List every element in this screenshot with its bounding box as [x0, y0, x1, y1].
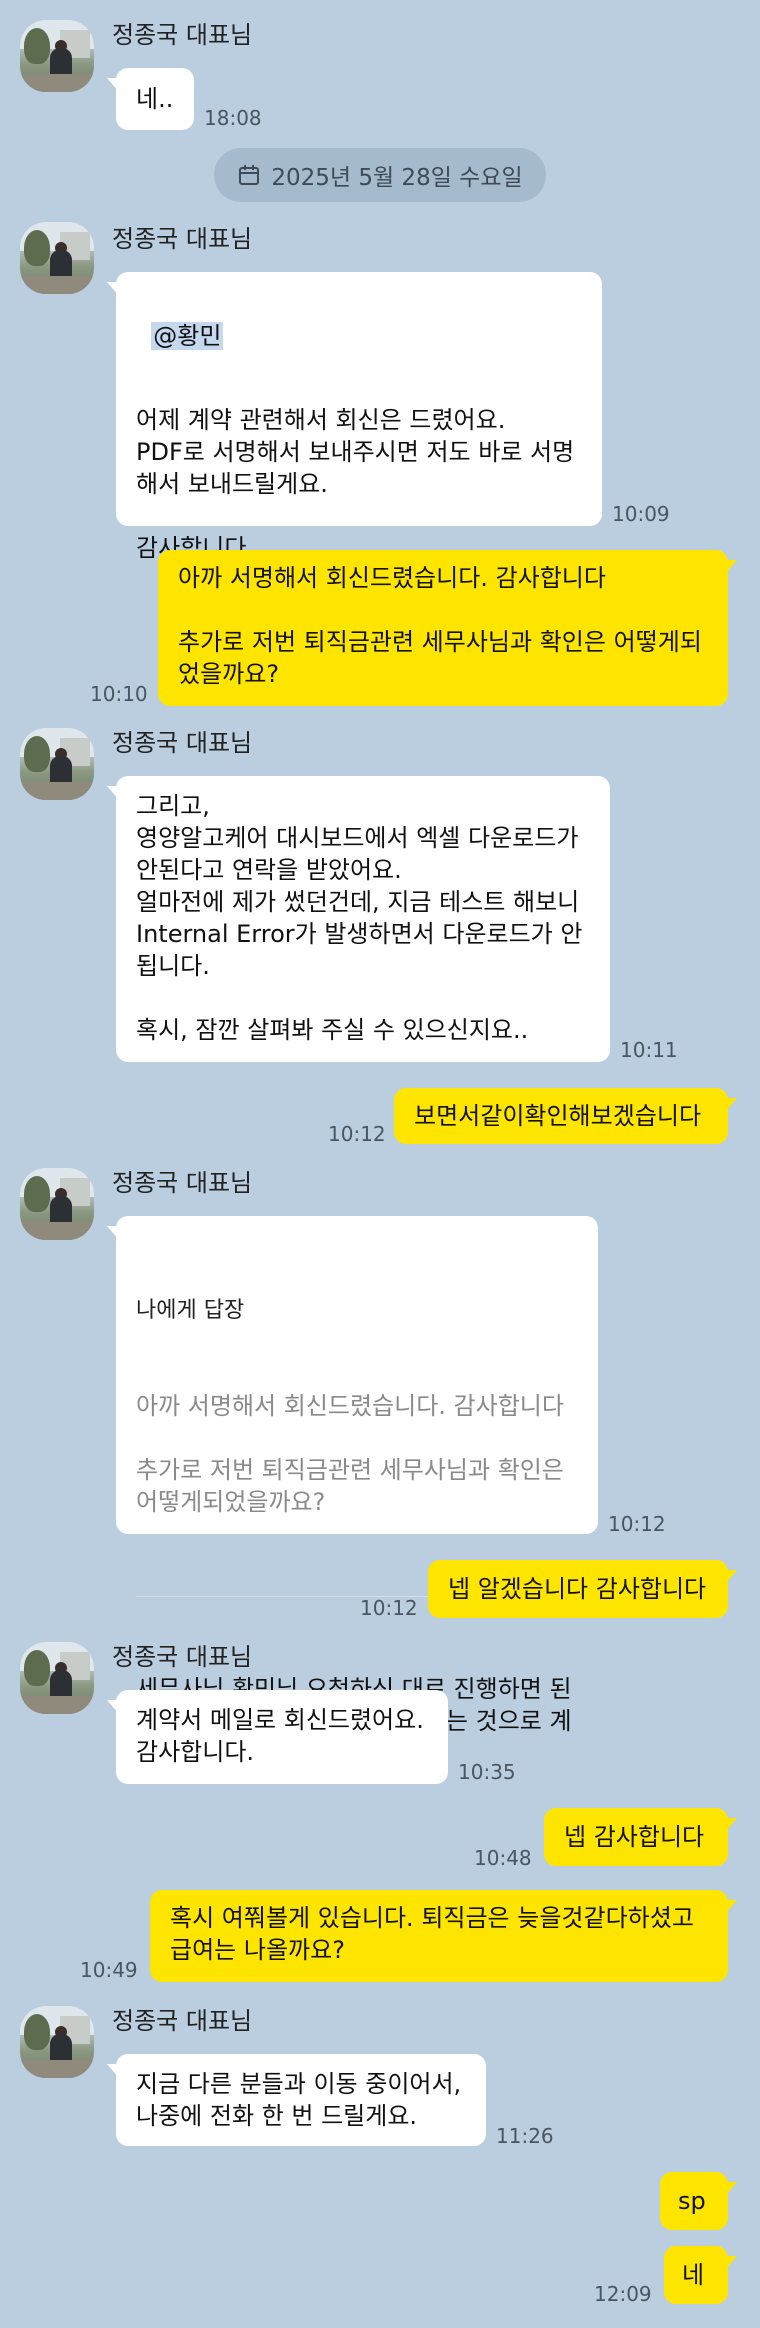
message-bubble[interactable]: 지금 다른 분들과 이동 중이어서, 나중에 전화 한 번 드릴게요.: [107, 2054, 486, 2146]
reply-message-bubble[interactable]: 나에게 답장 아까 서명해서 회신드렸습니다. 감사합니다 추가로 저번 퇴직금…: [107, 1216, 598, 1767]
message-bubble[interactable]: 아까 서명해서 회신드렸습니다. 감사합니다 추가로 저번 퇴직금관련 세무사님…: [158, 550, 737, 706]
message-text: 지금 다른 분들과 이동 중이어서, 나중에 전화 한 번 드릴게요.: [136, 2070, 462, 2130]
message-time: 10:48: [474, 1846, 532, 1870]
message-text: sp: [678, 2187, 706, 2215]
message-time: 10:12: [360, 1596, 418, 1620]
message-time: 12:09: [594, 2282, 652, 2306]
message-bubble[interactable]: 혹시 여쭤볼게 있습니다. 퇴직금은 늦을것같다하셨고 급여는 나올까요?: [150, 1890, 737, 1982]
message-time: 18:08: [204, 106, 262, 130]
message-text: 계약서 메일로 회신드렸어요. 감사합니다.: [136, 1706, 424, 1766]
reply-quote[interactable]: 아까 서명해서 회신드렸습니다. 감사합니다 추가로 저번 퇴직금관련 세무사님…: [136, 1390, 578, 1518]
message-text: 네..: [136, 85, 174, 113]
message-time: 11:26: [496, 2124, 554, 2148]
message-text: 아까 서명해서 회신드렸습니다. 감사합니다 추가로 저번 퇴직금관련 세무사님…: [178, 564, 702, 688]
message-bubble[interactable]: 계약서 메일로 회신드렸어요. 감사합니다.: [107, 1690, 448, 1784]
message-text: 그리고, 영양알고케어 대시보드에서 엑셀 다운로드가 안된다고 연락을 받았어…: [136, 792, 583, 1044]
sender-name: 정종국 대표님: [112, 21, 253, 49]
sender-name: 정종국 대표님: [112, 1169, 253, 1197]
avatar[interactable]: [20, 1168, 94, 1240]
avatar[interactable]: [20, 728, 94, 800]
date-divider: 2025년 5월 28일 수요일: [214, 148, 546, 202]
calendar-icon: [239, 165, 260, 185]
avatar[interactable]: [20, 222, 94, 294]
message-text: 보면서같이확인해보겠습니다: [414, 1102, 702, 1130]
message-bubble[interactable]: @황민 어제 계약 관련해서 회신은 드렸어요. PDF로 서명해서 보내주시면…: [107, 272, 602, 562]
message-bubble[interactable]: 보면서같이확인해보겠습니다: [394, 1088, 737, 1144]
message-time: 10:49: [80, 1958, 138, 1982]
message-bubble[interactable]: 넵 감사합니다: [544, 1808, 737, 1866]
message-time: 10:12: [608, 1512, 666, 1536]
message-time: 10:12: [328, 1122, 386, 1146]
date-divider-label: 2025년 5월 28일 수요일: [271, 165, 523, 191]
message-bubble[interactable]: 그리고, 영양알고케어 대시보드에서 엑셀 다운로드가 안된다고 연락을 받았어…: [107, 776, 610, 1062]
message-bubble[interactable]: 넵 알겠습니다 감사합니다: [428, 1560, 737, 1618]
message-time: 10:09: [612, 502, 670, 526]
message-bubble[interactable]: 네..: [107, 68, 194, 130]
message-time: 10:10: [90, 682, 148, 706]
avatar[interactable]: [20, 1642, 94, 1714]
message-text: 네: [682, 2261, 705, 2289]
reply-label: 나에게 답장: [136, 1298, 245, 1323]
message-bubble[interactable]: sp: [660, 2172, 737, 2230]
avatar[interactable]: [20, 20, 94, 92]
avatar[interactable]: [20, 2006, 94, 2078]
sender-name: 정종국 대표님: [112, 729, 253, 757]
mention-tag[interactable]: @황민: [151, 322, 224, 350]
sender-name: 정종국 대표님: [112, 2007, 253, 2035]
message-time: 10:11: [620, 1038, 678, 1062]
sender-name: 정종국 대표님: [112, 225, 253, 253]
message-text: 혹시 여쭤볼게 있습니다. 퇴직금은 늦을것같다하셨고 급여는 나올까요?: [170, 1904, 694, 1964]
message-text: 어제 계약 관련해서 회신은 드렸어요. PDF로 서명해서 보내주시면 저도 …: [136, 406, 575, 562]
message-bubble[interactable]: 네: [664, 2246, 737, 2304]
sender-name: 정종국 대표님: [112, 1643, 253, 1671]
message-text: 넵 알겠습니다 감사합니다: [448, 1575, 707, 1603]
message-time: 10:35: [458, 1760, 516, 1784]
message-text: 넵 감사합니다: [564, 1823, 705, 1851]
